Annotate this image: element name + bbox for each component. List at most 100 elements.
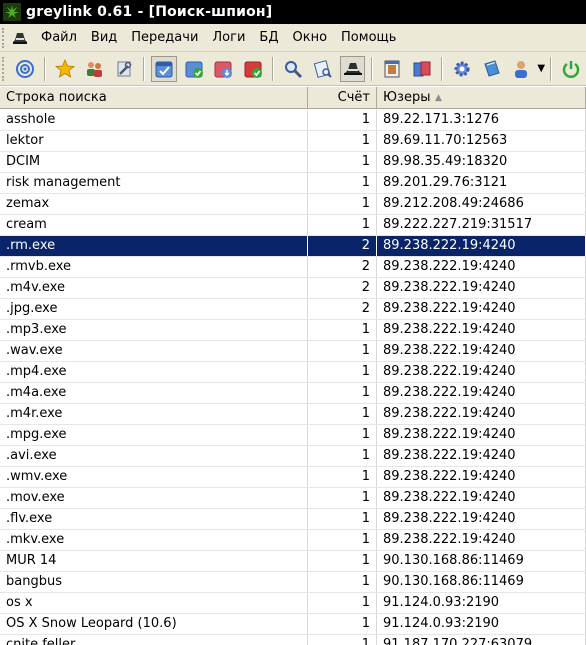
settings-button[interactable]	[449, 56, 475, 82]
table-row[interactable]: .mov.exe 1 89.238.222.19:4240	[0, 488, 586, 509]
cell-count: 1	[308, 362, 377, 382]
column-header-users[interactable]: Юзеры ▲	[377, 87, 586, 109]
toolbar-separator	[43, 56, 46, 81]
table-row[interactable]: .wmv.exe 1 89.238.222.19:4240	[0, 467, 586, 488]
table-row[interactable]: .jpg.exe 2 89.238.222.19:4240	[0, 299, 586, 320]
cell-query: DCIM	[0, 152, 308, 172]
table-row[interactable]: .mpg.exe 1 89.238.222.19:4240	[0, 425, 586, 446]
cell-users: 89.238.222.19:4240	[377, 257, 586, 277]
cell-query: .mov.exe	[0, 488, 308, 508]
favorites-button[interactable]	[52, 56, 78, 82]
spy-hat-menu-icon[interactable]	[10, 28, 30, 48]
table-row[interactable]: cnite feller 1 91.187.170.227:63079	[0, 635, 586, 645]
table-row[interactable]: .mp4.exe 1 89.238.222.19:4240	[0, 362, 586, 383]
cell-users: 90.130.168.86:11469	[377, 551, 586, 571]
search-button[interactable]	[280, 56, 306, 82]
table-row[interactable]: .avi.exe 1 89.238.222.19:4240	[0, 446, 586, 467]
cell-users: 89.212.208.49:24686	[377, 194, 586, 214]
cell-count: 1	[308, 131, 377, 151]
toolbar-grip[interactable]	[2, 56, 8, 81]
table-row[interactable]: bangbus 1 90.130.168.86:11469	[0, 572, 586, 593]
cell-users: 89.201.29.76:3121	[377, 173, 586, 193]
menu-view[interactable]: Вид	[84, 24, 124, 52]
help-book-button[interactable]	[479, 56, 505, 82]
cell-count: 1	[308, 173, 377, 193]
column-header-query[interactable]: Строка поиска	[0, 87, 308, 109]
table-row[interactable]: zemax 1 89.212.208.49:24686	[0, 194, 586, 215]
hub-list-icon	[413, 61, 431, 76]
cell-count: 1	[308, 593, 377, 613]
table-row[interactable]: risk management 1 89.201.29.76:3121	[0, 173, 586, 194]
menu-db[interactable]: БД	[252, 24, 285, 52]
table-row[interactable]: .rmvb.exe 2 89.238.222.19:4240	[0, 257, 586, 278]
table-row[interactable]: DCIM 1 89.98.35.49:18320	[0, 152, 586, 173]
queue-icon	[155, 61, 173, 77]
table-row[interactable]: .flv.exe 1 89.238.222.19:4240	[0, 509, 586, 530]
search-spy-button[interactable]	[339, 55, 366, 82]
search-icon	[284, 60, 303, 78]
cell-users: 89.238.222.19:4240	[377, 530, 586, 550]
menubar-grip[interactable]	[2, 27, 8, 48]
users-button[interactable]	[82, 56, 108, 82]
cell-query: .mpg.exe	[0, 425, 308, 445]
cell-users: 89.98.35.49:18320	[377, 152, 586, 172]
finished-downloads-button[interactable]	[181, 56, 207, 82]
hub-list-button[interactable]	[409, 56, 435, 82]
downloads-button[interactable]	[211, 56, 237, 82]
table-body: asshole 1 89.22.171.3:1276 lektor 1 89.69.11.…	[0, 110, 586, 645]
cell-query: lektor	[0, 131, 308, 151]
cell-users: 89.238.222.19:4240	[377, 341, 586, 361]
menu-transfers[interactable]: Передачи	[124, 24, 205, 52]
cell-query: OS X Snow Leopard (10.6)	[0, 614, 308, 634]
user-button[interactable]	[508, 56, 534, 82]
exit-button[interactable]	[558, 56, 584, 82]
connect-button[interactable]	[12, 56, 38, 82]
table-row[interactable]: os x 1 91.124.0.93:2190	[0, 593, 586, 614]
notepad-button[interactable]	[379, 56, 405, 82]
table-row[interactable]: .rm.exe 2 89.238.222.19:4240	[0, 236, 586, 257]
table-row[interactable]: MUR 14 1 90.130.168.86:11469	[0, 551, 586, 572]
cell-count: 2	[308, 257, 377, 277]
users-icon	[87, 61, 103, 77]
menu-file[interactable]: Файл	[34, 24, 84, 52]
cell-users: 89.238.222.19:4240	[377, 236, 586, 256]
title-bar: greylink 0.61 - [Поиск-шпион]	[0, 0, 586, 24]
cell-count: 2	[308, 278, 377, 298]
cell-query: .flv.exe	[0, 509, 308, 529]
table-row[interactable]: .mp3.exe 1 89.238.222.19:4240	[0, 320, 586, 341]
table-row[interactable]: asshole 1 89.22.171.3:1276	[0, 110, 586, 131]
table-row[interactable]: lektor 1 89.69.11.70:12563	[0, 131, 586, 152]
uploads-button[interactable]	[240, 56, 266, 82]
table-row[interactable]: .m4r.exe 1 89.238.222.19:4240	[0, 404, 586, 425]
cell-count: 2	[308, 236, 377, 256]
cell-count: 1	[308, 383, 377, 403]
cell-count: 1	[308, 509, 377, 529]
cell-users: 89.238.222.19:4240	[377, 320, 586, 340]
settings-wrench-button[interactable]	[111, 56, 137, 82]
adl-search-button[interactable]	[310, 56, 336, 82]
menu-logs[interactable]: Логи	[205, 24, 252, 52]
cell-users: 89.238.222.19:4240	[377, 425, 586, 445]
cell-count: 1	[308, 635, 377, 645]
power-icon	[562, 60, 580, 78]
menu-window[interactable]: Окно	[285, 24, 334, 52]
menu-bar: Файл Вид Передачи Логи БД Окно Помощь	[0, 24, 586, 52]
table-row[interactable]: .wav.exe 1 89.238.222.19:4240	[0, 341, 586, 362]
queue-button[interactable]	[151, 55, 177, 82]
menu-help[interactable]: Помощь	[334, 24, 403, 52]
table-row[interactable]: .m4v.exe 2 89.238.222.19:4240	[0, 278, 586, 299]
column-header-count[interactable]: Счёт	[308, 87, 377, 109]
cell-users: 89.238.222.19:4240	[377, 509, 586, 529]
cell-users: 89.238.222.19:4240	[377, 446, 586, 466]
table-row[interactable]: .mkv.exe 1 89.238.222.19:4240	[0, 530, 586, 551]
user-dropdown-arrow[interactable]: ▼	[536, 56, 546, 82]
table-row[interactable]: .m4a.exe 1 89.238.222.19:4240	[0, 383, 586, 404]
cell-query: .rmvb.exe	[0, 257, 308, 277]
cell-users: 89.238.222.19:4240	[377, 488, 586, 508]
table-row[interactable]: cream 1 89.222.227.219:31517	[0, 215, 586, 236]
table-row[interactable]: OS X Snow Leopard (10.6) 1 91.124.0.93:219…	[0, 614, 586, 635]
upload-icon	[244, 61, 263, 78]
search-spy-table: Строка поиска Счёт Юзеры ▲ asshole 1 89.22…	[0, 87, 586, 645]
cell-query: cream	[0, 215, 308, 235]
connect-icon	[15, 59, 34, 78]
